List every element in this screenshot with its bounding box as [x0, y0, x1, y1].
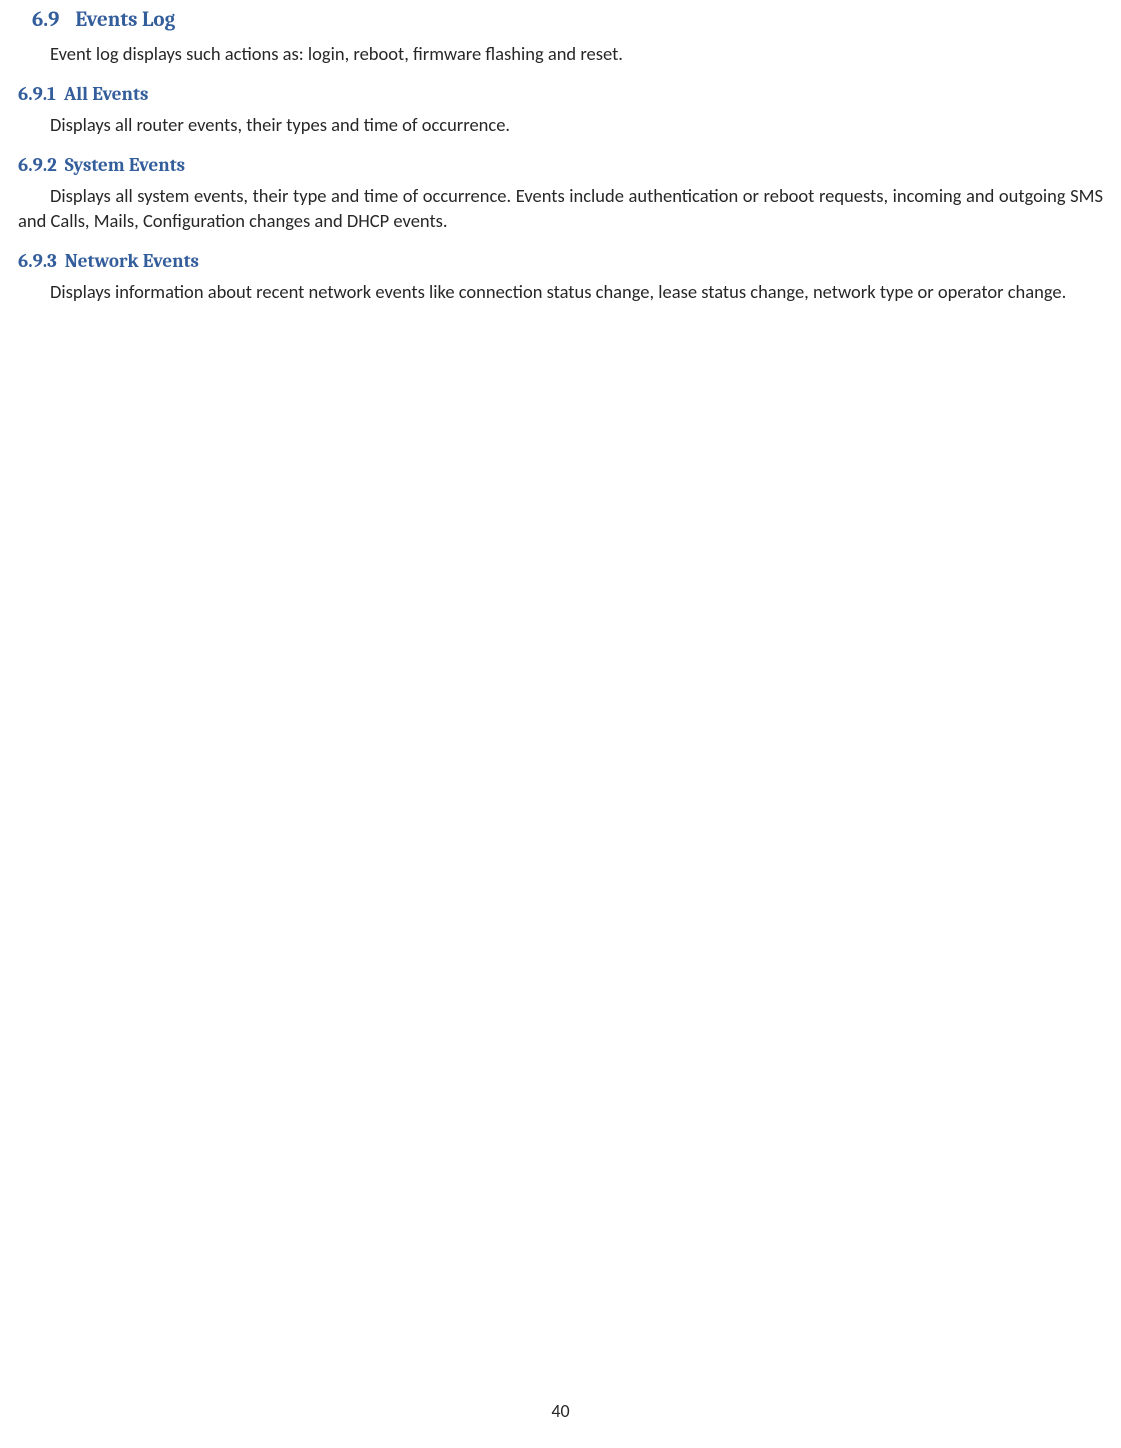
section-title: Events Log [75, 8, 175, 32]
section-heading: 6.9 Events Log [18, 8, 1103, 32]
section-intro-text: Event log displays such actions as: logi… [18, 42, 1103, 67]
subsection-body: Displays all router events, their types … [18, 113, 1103, 138]
subsection-title: All Events [64, 83, 149, 105]
page-number: 40 [0, 1400, 1121, 1422]
subsection-body: Displays information about recent networ… [18, 280, 1103, 305]
subsection-heading: 6.9.1 All Events [18, 83, 1103, 105]
subsection-title: Network Events [65, 250, 199, 272]
subsection-body: Displays all system events, their type a… [18, 184, 1103, 234]
subsection-heading: 6.9.2 System Events [18, 154, 1103, 176]
section-number: 6.9 [32, 8, 59, 32]
subsection-number: 6.9.2 [18, 154, 57, 176]
subsection-title: System Events [65, 154, 185, 176]
subsection-heading: 6.9.3 Network Events [18, 250, 1103, 272]
subsection-number: 6.9.1 [18, 83, 56, 105]
subsection-number: 6.9.3 [18, 250, 57, 272]
